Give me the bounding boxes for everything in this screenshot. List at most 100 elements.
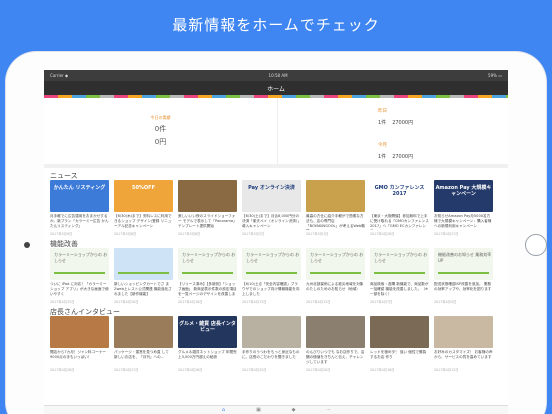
- interviews-caption: 開店から7カ月！ジャン料コーナー9000点の手もいっぱい！: [50, 350, 107, 359]
- news-thumbnail: GMO カンファレンス 2017: [370, 180, 429, 212]
- yesterday-amount: 27000円: [392, 120, 414, 126]
- news-caption: お知らせAmazon Pay月5000名方様で大規模キャンペーン：購入者様への新…: [434, 214, 492, 228]
- app-screen: Carrier ◆ 10:58 AM 59% ▭ ホーム 今日の実績 0件 0円…: [44, 70, 508, 414]
- interviews-thumbnail: [50, 316, 109, 348]
- features-thumbnail: [114, 248, 173, 280]
- interviews-date: 2017年4月25日: [242, 368, 267, 372]
- news-card[interactable]: 美しいいい夜のスライドショーフォー モデルで表示して「Panorama」テンプレ…: [178, 180, 237, 236]
- features-card[interactable]: カラーミーショップからの おしらせ 九州北部豪雨による被災地域を対象 のたしのため…: [306, 248, 365, 304]
- interviews-date: 2017年4月12日: [434, 368, 459, 372]
- features-thumbnail: カラーミーショップからの おしらせ: [242, 248, 301, 280]
- news-section: ニュース かんたん リスティング 月手軽でに広告運用をおまかせするか。新プラン「カ…: [44, 168, 508, 236]
- news-card[interactable]: GMO カンファレンス 2017 【東京・大阪開催】参加無料で上手に受け取れる「G…: [370, 180, 429, 236]
- interviews-card[interactable]: グルメ・雑貨 店長インタビュー グルメ＆雑貨ネットショップ 年間売上3,000万円…: [178, 316, 237, 372]
- features-card[interactable]: カラーミーショップからの おしらせ 【6/10(土)】「安全内容確認」ブラウザでの…: [242, 248, 301, 304]
- interviews-card[interactable]: のんびりいつでも なお店作りで、店舗の価値をきちんと伝え、チャレンジしています 2…: [306, 316, 365, 372]
- features-card[interactable]: カラーミーショップからの おしらせ 商品検索・各購 新機能で、商品数が一括確認 機…: [370, 248, 429, 304]
- camera-dot: [24, 242, 30, 248]
- interviews-section: 店長さんインタビュー 開店から7カ月！ジャン料コーナー9000点の手もいっぱい！…: [44, 304, 508, 372]
- thumbnail-text: [242, 316, 301, 321]
- yesterday-summary[interactable]: 昨日 1件 27000円: [378, 108, 508, 126]
- thumbnail-accent-line: [374, 272, 425, 274]
- today-summary[interactable]: 今日の実績 0件 0円: [44, 98, 278, 164]
- interviews-card[interactable]: 手作りのうつわをもっと身近なものに。店長のこだわりを聞きました 2017年4月25…: [242, 316, 301, 372]
- news-date: 2017年5月2日: [242, 232, 265, 236]
- news-card[interactable]: 最高の方仕に紹介手軽がで簡素な方法も、店の専門店「BOYAKINGOOL」が考え…: [306, 180, 365, 236]
- page-title: ホーム: [267, 85, 285, 93]
- news-date: 2017年5月8日: [178, 232, 201, 236]
- interviews-caption: お好みのカスタマイズ！ お客様の声から、サービスの質を高めています: [434, 350, 493, 359]
- news-caption: 【6/30(木)まで】安料レスに利用できるショップ デザイン/登録 リニューアル…: [114, 214, 172, 228]
- news-card[interactable]: Amazon Pay 大規模キャンペーン お知らせAmazon Pay月5000名…: [434, 180, 493, 236]
- thumbnail-text: 機能改善のお知らせ 業務効率UP: [438, 252, 492, 263]
- interviews-date: 2017年4月20日: [306, 368, 331, 372]
- home-button[interactable]: [525, 234, 547, 256]
- more-icon[interactable]: ⋯: [325, 407, 332, 413]
- news-date: 2017年5月9日: [50, 232, 73, 236]
- interviews-thumbnail: [242, 316, 301, 348]
- features-thumbnail: 機能改善のお知らせ 業務効率UP: [434, 248, 493, 280]
- thumbnail-text: Pay オンライン決済: [248, 185, 295, 191]
- interviews-thumbnail: グルメ・雑貨 店長インタビュー: [178, 316, 237, 348]
- interviews-card[interactable]: 開店から7カ月！ジャン料コーナー9000点の手もいっぱい！ 2017年4月28日: [50, 316, 109, 372]
- month-summary[interactable]: 今月 1件 27000円: [378, 142, 508, 160]
- news-section-title: ニュース: [50, 172, 78, 180]
- month-amount: 27000円: [392, 154, 414, 160]
- news-caption: 最高の方仕に紹介手軽がで簡素な方法も、店の専門店「BOYAKINGOOL」が考え…: [306, 214, 365, 230]
- month-count: 1件: [378, 154, 387, 160]
- news-thumbnail: [306, 180, 365, 212]
- feature-card-list: カラーミーショップからの おしらせ ついに iPad に対応！「カラーミーショップ…: [50, 248, 508, 304]
- features-card[interactable]: カラーミーショップからの おしらせ【リリース済み】【多新設】「ショップ画面」 新…: [178, 248, 237, 304]
- nav-bar: ホーム: [44, 81, 508, 95]
- news-date: 2017年5月8日: [114, 232, 137, 236]
- features-card[interactable]: カラーミーショップからの おしらせ ついに iPad に対応！「カラーミーショップ…: [50, 248, 109, 304]
- news-caption: 【東京・大阪開催】参加無料で上手に受け取れる「GMOカンファレンス 2017」へ…: [370, 214, 429, 230]
- features-section: 機能改善 カラーミーショップからの おしらせ ついに iPad に対応！「カラーミ…: [44, 236, 508, 304]
- features-caption: 【リリース済み】【多新設】「ショップ画面」 新商品表示件数の設定項目を一覧ページ…: [178, 282, 237, 298]
- news-caption: 美しいいい夜のスライドショーフォー モデルで表示して「Panorama」テンプレ…: [178, 214, 237, 228]
- sales-summary: 今日の実績 0件 0円 昨日 1件 27000円 今月 1件 27000円: [44, 98, 508, 168]
- features-thumbnail: カラーミーショップからの おしらせ: [178, 248, 237, 280]
- interviews-caption: パッケージ・運営を見つめ直 して 新しいお店を、「月刊」への...: [114, 350, 169, 359]
- interviews-date: 2017年4月26日: [178, 368, 203, 372]
- features-card[interactable]: 機能改善のお知らせ 業務効率UP 配送状態確認ISP改善を追加。 業務の効率アップ…: [434, 248, 493, 304]
- news-date: 2017年5月1日: [306, 232, 329, 236]
- tag-icon[interactable]: ◆: [290, 407, 297, 413]
- features-caption: 新しいショッピングカートでさ まZweb上レスト公式関連 機能強化されました【新…: [114, 282, 172, 296]
- home-icon[interactable]: ⌂: [220, 407, 227, 413]
- period-summary: 昨日 1件 27000円 今月 1件 27000円: [278, 98, 508, 164]
- thumbnail-accent-line: [310, 272, 361, 274]
- features-caption: 【6/10(土)】「安全内容確認」ブラウザでのショップ向け情報機能を向上しました: [242, 282, 300, 296]
- news-card[interactable]: かんたん リスティング 月手軽でに広告運用をおまかせするか。新プラン「カラーミー広…: [50, 180, 109, 236]
- thumbnail-text: GMO カンファレンス 2017: [374, 185, 425, 197]
- interviews-date: 2017年4月27日: [114, 368, 139, 372]
- features-date: 2017年4月25日: [50, 300, 75, 304]
- interviews-thumbnail: [434, 316, 493, 348]
- news-card[interactable]: Pay オンライン決済 【6/30(土)まで】月合8,000円分の決済「楽天ペイ（…: [242, 180, 301, 236]
- news-thumbnail: [178, 180, 237, 212]
- thumbnail-text: [434, 316, 493, 321]
- news-date: 2017年4月27日: [434, 232, 459, 236]
- features-caption: ついに iPad に対応！「カラーミーショップ アプリ」が大きな画面で使いやすく: [50, 282, 109, 296]
- news-card[interactable]: 50%OFF 【6/30(木)まで】安料レスに利用できるショップ デザイン/登録 …: [114, 180, 173, 236]
- yesterday-label: 昨日: [378, 109, 387, 114]
- thumbnail-text: カラーミーショップからの おしらせ: [54, 252, 108, 263]
- thumbnail-text: [306, 316, 365, 321]
- interviews-date: 2017年4月28日: [50, 368, 75, 372]
- carrier-label: Carrier ◆: [50, 73, 69, 78]
- document-icon[interactable]: ▣: [255, 407, 262, 413]
- interviews-card[interactable]: お好みのカスタマイズ！ お客様の声から、サービスの質を高めています 2017年4月…: [434, 316, 493, 372]
- features-card[interactable]: 新しいショッピングカートでさ まZweb上レスト公式関連 機能強化されました【新…: [114, 248, 173, 304]
- interviews-card[interactable]: パッケージ・運営を見つめ直 して 新しいお店を、「月刊」への... 2017年4月…: [114, 316, 173, 372]
- features-thumbnail: カラーミーショップからの おしらせ: [370, 248, 429, 280]
- interviews-card[interactable]: レッドを極めタ！ 強い 個性で勝負するお店 作り 2017年4月18日: [370, 316, 429, 372]
- clock: 10:58 AM: [268, 73, 288, 78]
- interviews-caption: のんびりいつでも なお店作りで、店舗の価値をきちんと伝え、チャレンジしています: [306, 350, 365, 364]
- thumbnail-accent-line: [438, 272, 489, 274]
- thumbnail-text: [178, 180, 237, 185]
- features-date: 2017年4月20日: [114, 300, 139, 304]
- features-date: 2017年4月7日: [370, 300, 393, 304]
- features-thumbnail: カラーミーショップからの おしらせ: [50, 248, 109, 280]
- thumbnail-text: カラーミーショップからの おしらせ: [246, 252, 300, 263]
- thumbnail-text: グルメ・雑貨 店長インタビュー: [179, 321, 236, 333]
